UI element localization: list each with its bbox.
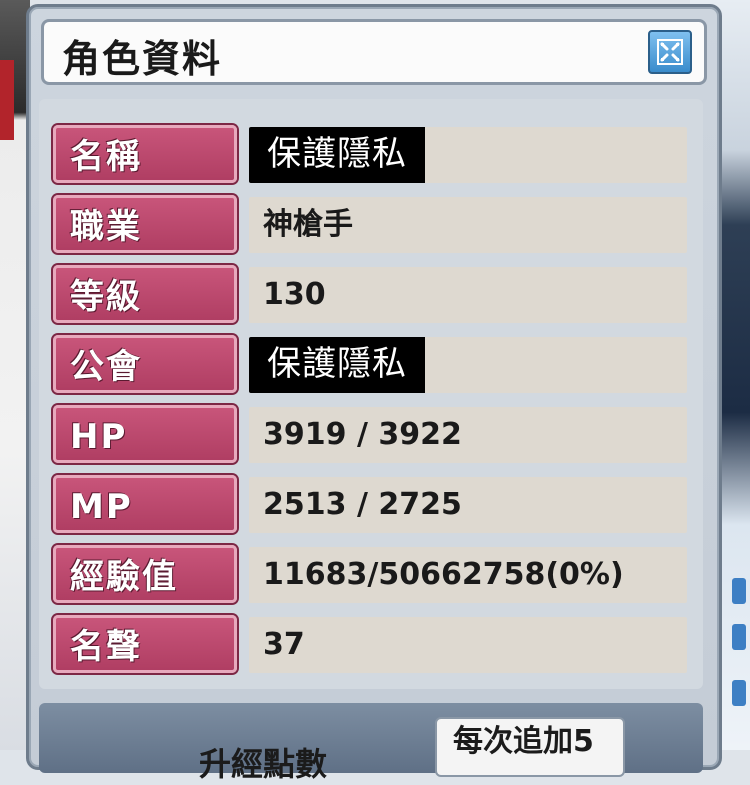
privacy-redaction: 保護隱私 bbox=[249, 337, 425, 393]
value-hp: 3919 / 3922 bbox=[249, 407, 687, 463]
row-job: 職業 神槍手 bbox=[53, 195, 693, 257]
label-experience: 經驗值 bbox=[53, 545, 237, 603]
label-fame: 名聲 bbox=[53, 615, 237, 673]
close-icon bbox=[657, 39, 683, 65]
label-name: 名稱 bbox=[53, 125, 237, 183]
value-fame: 37 bbox=[249, 617, 687, 673]
add-per-click-button[interactable]: 每次追加5 bbox=[435, 717, 625, 777]
label-mp: MP bbox=[53, 475, 237, 533]
label-level: 等級 bbox=[53, 265, 237, 323]
value-guild: 保護隱私 bbox=[249, 337, 687, 393]
window-titlebar[interactable]: 角色資料 bbox=[41, 19, 707, 85]
value-level: 130 bbox=[249, 267, 687, 323]
window-title: 角色資料 bbox=[62, 37, 223, 81]
close-button[interactable] bbox=[648, 30, 692, 74]
character-info-window: 角色資料 名稱 保護隱私 職業 神槍手 等級 130 公會 保護隱私 HP 39… bbox=[26, 4, 722, 783]
value-job: 神槍手 bbox=[249, 197, 687, 253]
row-guild: 公會 保護隱私 bbox=[53, 335, 693, 397]
info-panel: 名稱 保護隱私 職業 神槍手 等級 130 公會 保護隱私 HP 3919 / … bbox=[39, 99, 703, 689]
footer-bar: 升經點數 每次追加5 bbox=[39, 703, 703, 783]
value-name: 保護隱私 bbox=[249, 127, 687, 183]
background-red-strip bbox=[0, 60, 14, 140]
label-hp: HP bbox=[53, 405, 237, 463]
value-experience: 11683/50662758(0%) bbox=[249, 547, 687, 603]
label-job: 職業 bbox=[53, 195, 237, 253]
row-level: 等級 130 bbox=[53, 265, 693, 327]
background-side-button[interactable] bbox=[732, 578, 746, 604]
background-side-button[interactable] bbox=[732, 624, 746, 650]
value-mp: 2513 / 2725 bbox=[249, 477, 687, 533]
row-experience: 經驗值 11683/50662758(0%) bbox=[53, 545, 693, 607]
row-hp: HP 3919 / 3922 bbox=[53, 405, 693, 467]
row-name: 名稱 保護隱私 bbox=[53, 125, 693, 187]
background-side-button[interactable] bbox=[732, 680, 746, 706]
ability-points-label: 升經點數 bbox=[199, 745, 328, 783]
row-mp: MP 2513 / 2725 bbox=[53, 475, 693, 537]
privacy-redaction: 保護隱私 bbox=[249, 127, 425, 183]
row-fame: 名聲 37 bbox=[53, 615, 693, 677]
label-guild: 公會 bbox=[53, 335, 237, 393]
